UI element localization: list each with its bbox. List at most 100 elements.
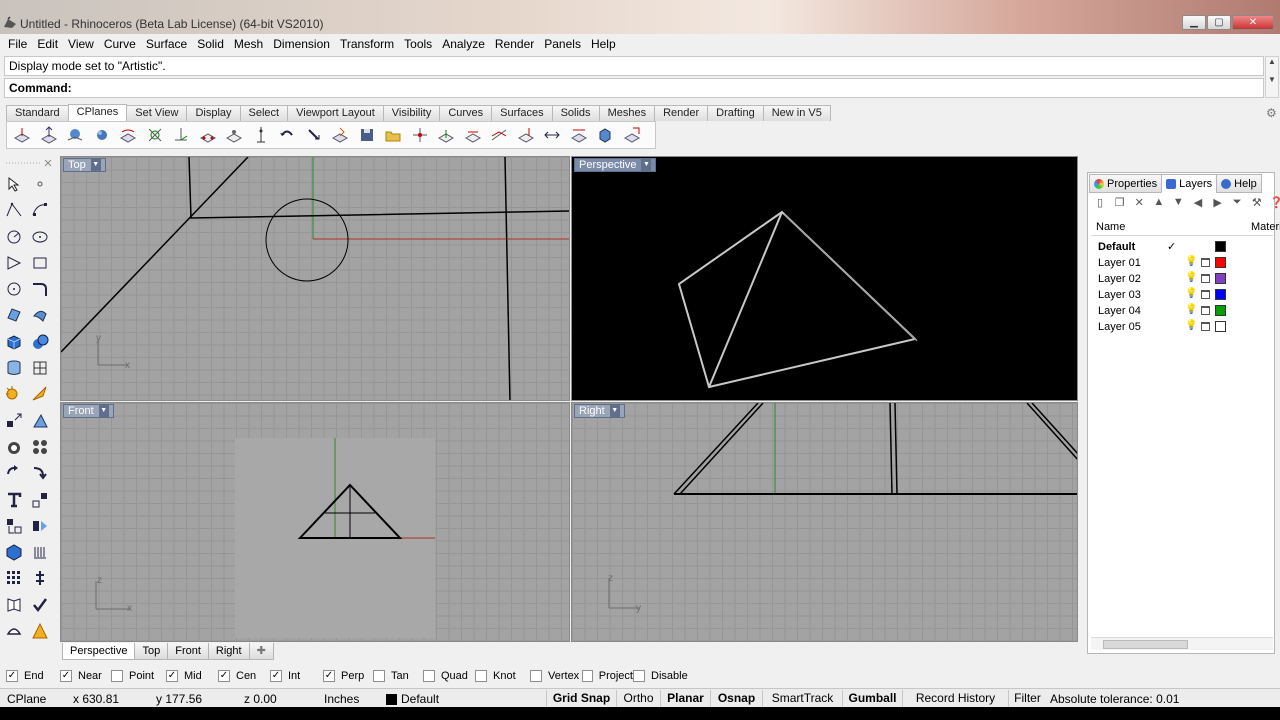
layer-lock-icon[interactable] xyxy=(1201,306,1210,315)
filter-icon[interactable]: ⏷ xyxy=(1228,196,1246,212)
ortho-toggle[interactable]: Ortho xyxy=(616,690,660,707)
tab-meshes[interactable]: Meshes xyxy=(598,105,656,121)
status-cplane[interactable]: CPlane xyxy=(7,691,46,707)
check-icon[interactable] xyxy=(28,593,52,617)
status-layer[interactable]: Default xyxy=(386,691,439,707)
curve-control-points-icon[interactable] xyxy=(28,198,52,222)
planar-toggle[interactable]: Planar xyxy=(660,690,710,707)
drafting-icon[interactable] xyxy=(28,619,52,643)
osnap-quad-checkbox[interactable] xyxy=(423,670,435,682)
layer-color-swatch[interactable] xyxy=(1215,321,1226,332)
menu-analyze[interactable]: Analyze xyxy=(437,37,490,51)
array-icon[interactable] xyxy=(2,514,26,538)
gumball-toggle[interactable]: Gumball xyxy=(842,690,902,707)
osnap-disable-checkbox[interactable] xyxy=(633,670,645,682)
osnap-perp[interactable]: ✓ Perp xyxy=(323,670,373,682)
move-out-icon[interactable]: ◀ xyxy=(1189,196,1207,212)
select-arrow-icon[interactable] xyxy=(2,172,26,196)
layer-help-icon[interactable]: ❓ xyxy=(1267,196,1280,212)
move-up-icon[interactable]: ▲ xyxy=(1150,196,1168,212)
menu-surface[interactable]: Surface xyxy=(141,37,192,51)
osnap-near[interactable]: ✓ Near xyxy=(60,670,111,682)
cplane-elevation-icon[interactable] xyxy=(38,124,60,146)
dimension-icon[interactable] xyxy=(28,382,52,406)
vptab-top[interactable]: Top xyxy=(134,643,169,660)
cplane-x-axis-icon[interactable] xyxy=(250,124,272,146)
cplane-object-icon[interactable] xyxy=(64,124,86,146)
cplane-flip-icon[interactable] xyxy=(541,124,563,146)
osnap-cen[interactable]: ✓ Cen xyxy=(218,670,270,682)
record-history-toggle[interactable]: Record History xyxy=(902,690,1008,707)
menu-file[interactable]: File xyxy=(3,37,32,51)
menu-transform[interactable]: Transform xyxy=(335,37,399,51)
toolbar-options-gear-icon[interactable]: ⚙ xyxy=(1266,106,1277,120)
point-grid-icon[interactable] xyxy=(2,566,26,590)
cplane-curve-icon[interactable] xyxy=(117,124,139,146)
tab-help[interactable]: Help xyxy=(1216,174,1262,193)
menu-panels[interactable]: Panels xyxy=(539,37,586,51)
osnap-point[interactable]: Point xyxy=(111,670,166,682)
move-down-icon[interactable]: ▼ xyxy=(1169,196,1187,212)
layer-visible-bulb-icon[interactable]: 💡 xyxy=(1185,288,1197,299)
tab-display[interactable]: Display xyxy=(186,105,241,121)
command-scrollbar[interactable]: ▲ ▼ xyxy=(1265,56,1279,98)
osnap-disable[interactable]: Disable xyxy=(633,670,693,682)
tab-viewport-layout[interactable]: Viewport Layout xyxy=(287,105,384,121)
cplane-front-icon[interactable] xyxy=(435,124,457,146)
vptab-front[interactable]: Front xyxy=(167,643,209,660)
osnap-knot-checkbox[interactable] xyxy=(475,670,487,682)
tab-drafting[interactable]: Drafting xyxy=(707,105,764,121)
viewport-front-label[interactable]: Front ▼ xyxy=(63,404,114,418)
named-cplanes-icon[interactable] xyxy=(329,124,351,146)
rotate-icon[interactable] xyxy=(2,461,26,485)
command-line[interactable]: Command: xyxy=(4,78,1264,98)
rectangle-icon[interactable] xyxy=(28,251,52,275)
osnap-perp-checkbox[interactable]: ✓ xyxy=(323,670,335,682)
menu-help[interactable]: Help xyxy=(586,37,621,51)
layer-row-default[interactable]: Default ✓ xyxy=(1091,239,1273,255)
copy-icon[interactable] xyxy=(28,409,52,433)
osnap-int[interactable]: ✓ Int xyxy=(270,670,323,682)
tab-curves[interactable]: Curves xyxy=(439,105,493,121)
osnap-project-checkbox[interactable] xyxy=(582,670,593,682)
menu-render[interactable]: Render xyxy=(490,37,539,51)
scrollbar-thumb[interactable] xyxy=(1103,640,1188,649)
osnap-project[interactable]: Project xyxy=(582,670,633,682)
cplane-transform-icon[interactable] xyxy=(621,124,643,146)
layer-row-05[interactable]: Layer 05 💡 xyxy=(1091,319,1273,335)
osnap-int-checkbox[interactable]: ✓ xyxy=(270,670,282,682)
layer-visible-bulb-icon[interactable]: 💡 xyxy=(1185,320,1197,331)
open-cplane-icon[interactable] xyxy=(382,124,404,146)
mesh-cylinder-icon[interactable] xyxy=(2,356,26,380)
column-name[interactable]: Name xyxy=(1096,221,1125,233)
osnap-end[interactable]: ✓ End xyxy=(6,670,60,682)
menu-edit[interactable]: Edit xyxy=(32,37,63,51)
layer-lock-icon[interactable] xyxy=(1201,274,1210,283)
viewport-perspective[interactable]: Perspective ▼ xyxy=(571,156,1078,401)
layer-color-swatch[interactable] xyxy=(1215,273,1226,284)
tab-visibility[interactable]: Visibility xyxy=(382,105,441,121)
tab-set-view[interactable]: Set View xyxy=(126,105,188,121)
analyze-icon[interactable] xyxy=(2,593,26,617)
osnap-vertex-checkbox[interactable] xyxy=(530,670,542,682)
maximize-button[interactable]: ▢ xyxy=(1207,15,1231,30)
move-in-icon[interactable]: ▶ xyxy=(1209,196,1227,212)
osnap-mid-checkbox[interactable]: ✓ xyxy=(166,670,178,682)
cplane-world-icon[interactable] xyxy=(488,124,510,146)
layer-color-swatch[interactable] xyxy=(1215,241,1226,252)
osnap-vertex[interactable]: Vertex xyxy=(530,670,582,682)
transform-move-icon[interactable] xyxy=(2,409,26,433)
osnap-end-checkbox[interactable]: ✓ xyxy=(6,670,18,682)
cplane-perpendicular-icon[interactable] xyxy=(515,124,537,146)
undo-cplane-icon[interactable] xyxy=(276,124,298,146)
layer-visible-bulb-icon[interactable]: 💡 xyxy=(1185,256,1197,267)
arc-icon[interactable] xyxy=(2,277,26,301)
layer-color-swatch[interactable] xyxy=(1215,289,1226,300)
redo-cplane-icon[interactable] xyxy=(303,124,325,146)
osnap-quad[interactable]: Quad xyxy=(423,670,475,682)
box-solid-icon[interactable] xyxy=(2,330,26,354)
vptab-perspective[interactable]: Perspective xyxy=(62,643,136,660)
new-layer-icon[interactable]: ▯ xyxy=(1091,196,1109,212)
layer-lock-icon[interactable] xyxy=(1201,258,1210,267)
tab-new-in-v5[interactable]: New in V5 xyxy=(762,105,831,121)
